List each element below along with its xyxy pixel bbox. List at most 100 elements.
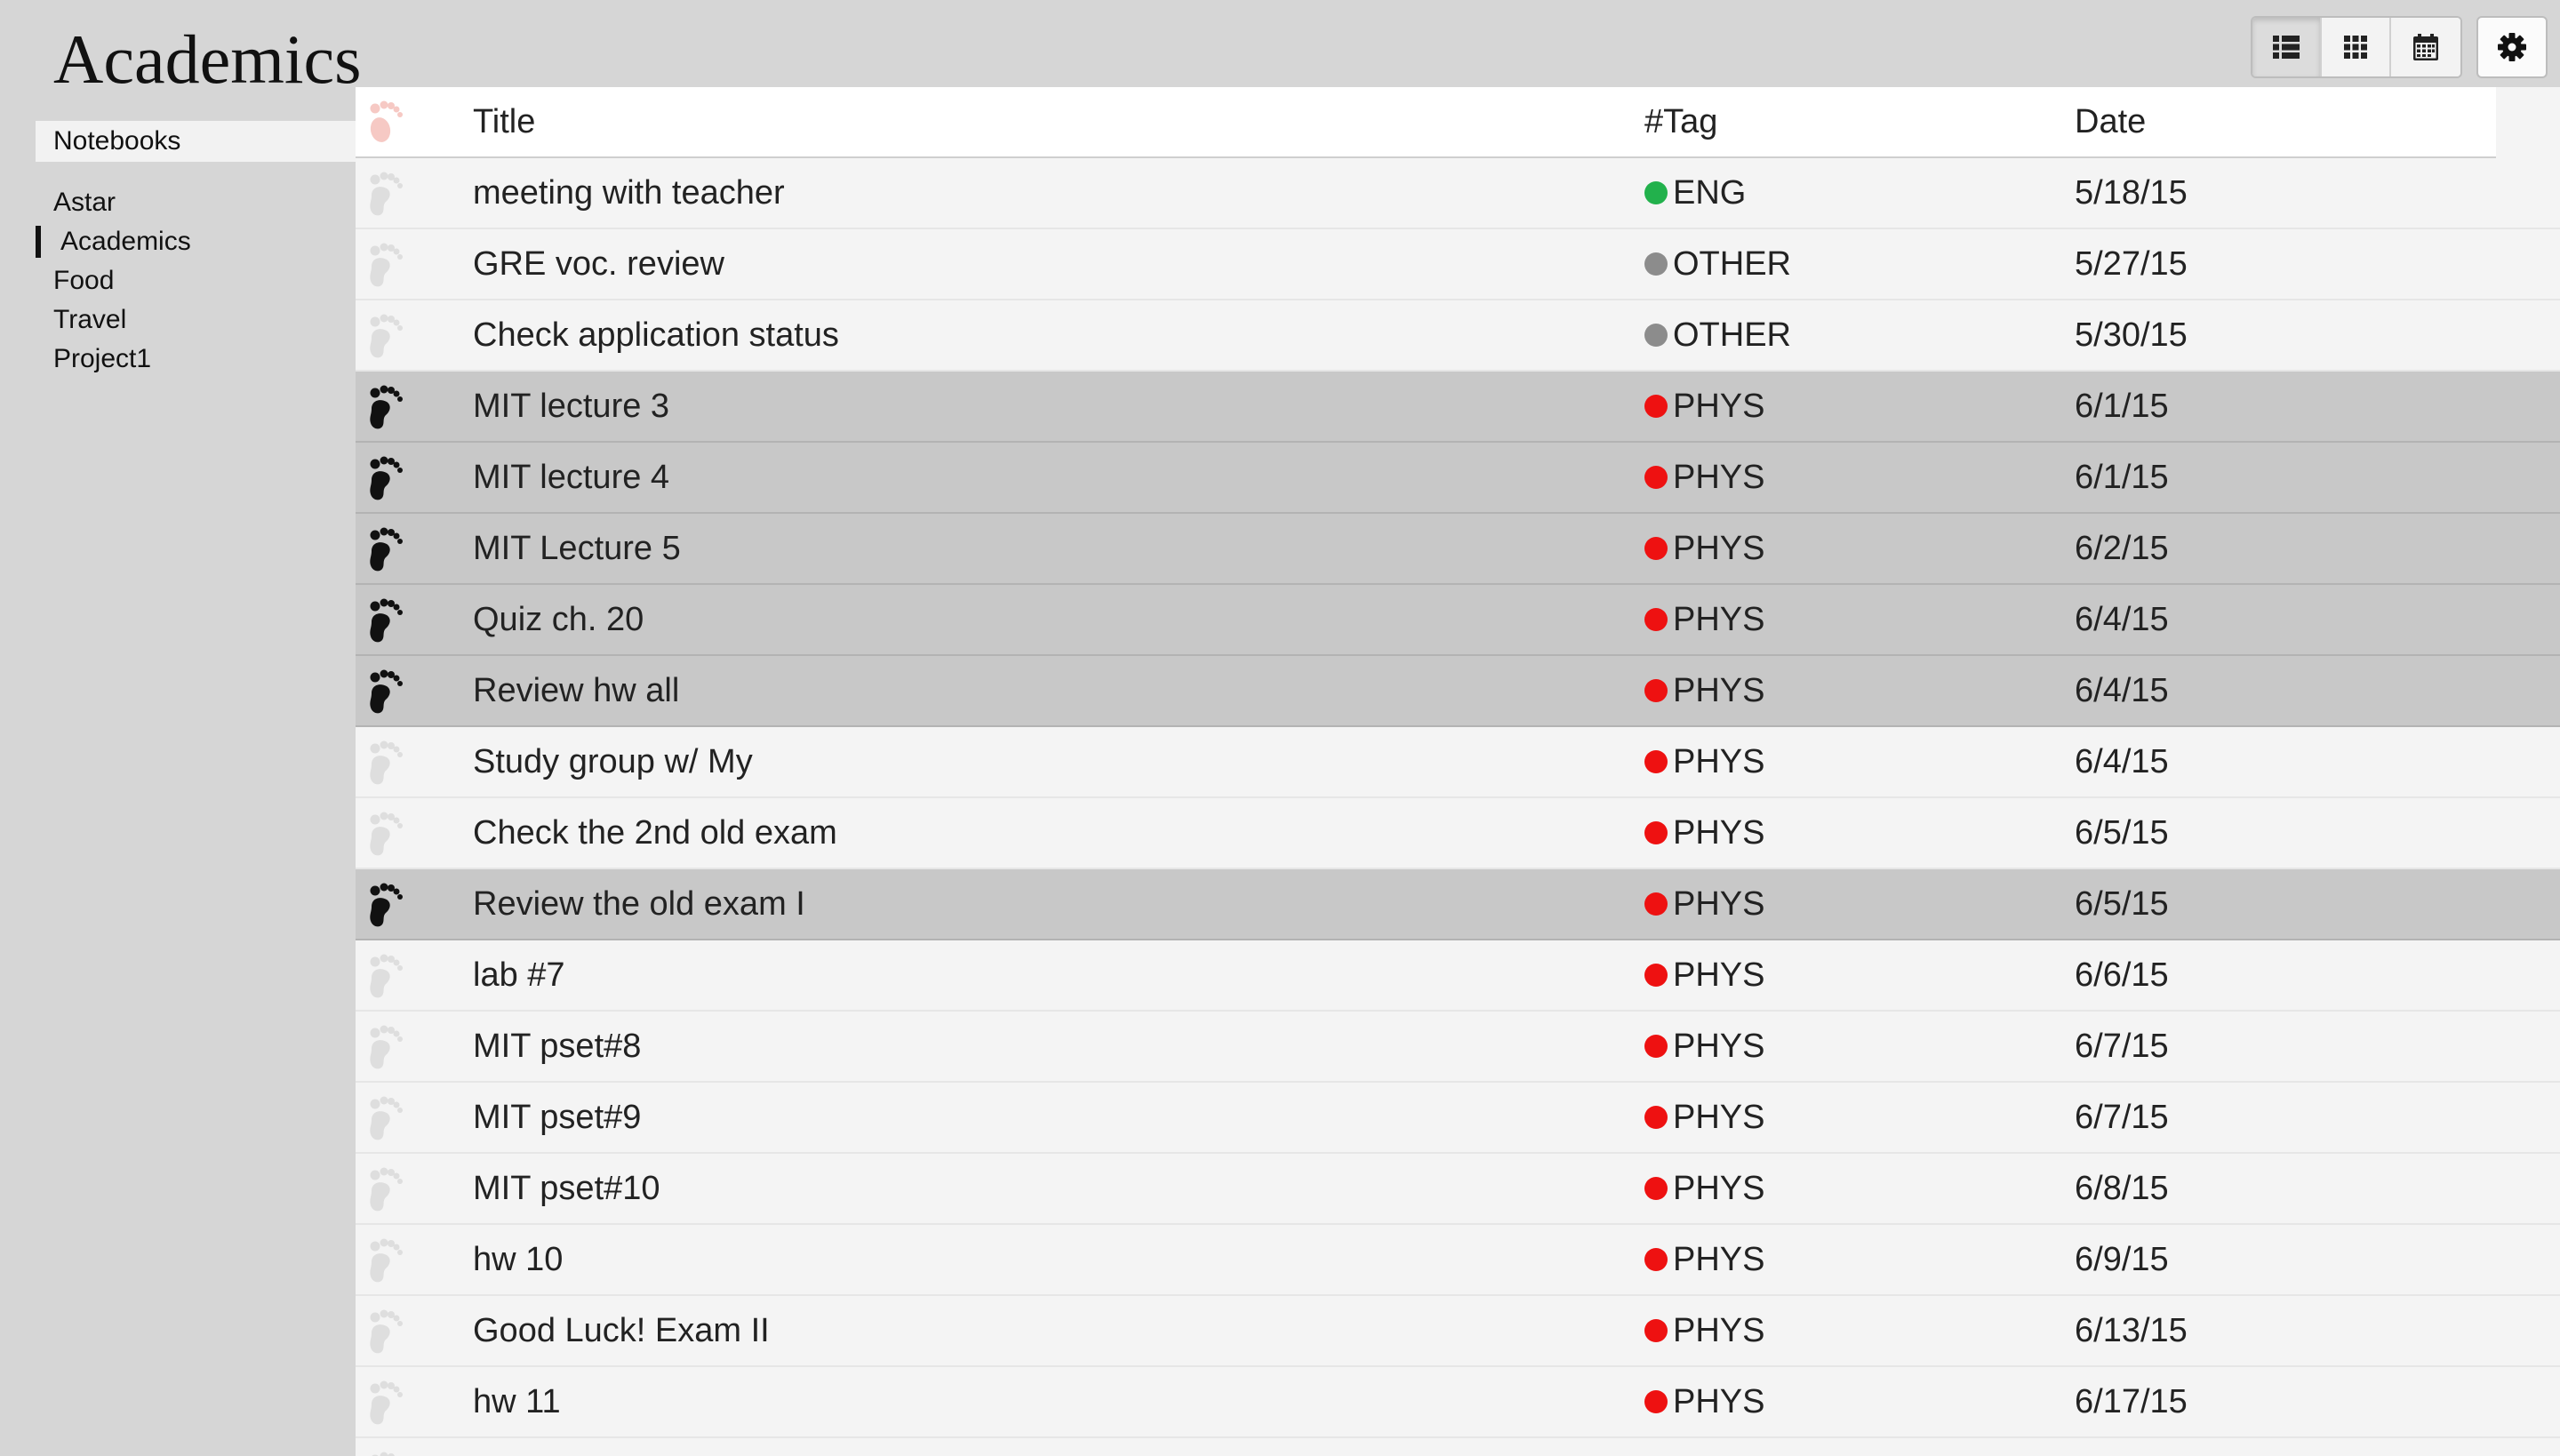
toolbar [2251,16,2548,78]
table-row[interactable]: MIT pset#10 PHYS 6/8/15 [356,1154,2560,1225]
table-row[interactable]: GRE voc. review OTHER 5/27/15 [356,229,2560,300]
tag-color-dot [1644,1390,1668,1413]
row-title[interactable]: Review hw all [473,672,1644,710]
row-tag: PHYS [1673,529,1765,567]
tag-color-dot [1644,181,1668,204]
view-switcher [2251,16,2462,78]
column-header-date[interactable]: Date [2075,103,2496,141]
row-tag: OTHER [1673,316,1791,354]
status-toggle[interactable] [356,169,473,217]
table-row[interactable]: MIT pset#9 PHYS 6/7/15 [356,1083,2560,1154]
sidebar-item-astar[interactable]: Astar [36,183,356,222]
table-row[interactable]: Review hw all PHYS 6/4/15 [356,656,2560,727]
row-title[interactable]: MIT pset#8 [473,1028,1644,1066]
table-row[interactable]: MIT Lecture 5 PHYS 6/2/15 [356,514,2560,585]
status-toggle[interactable] [356,1236,473,1284]
footprint-icon [370,954,403,998]
row-title[interactable]: MIT lecture 3 [473,388,1644,426]
status-toggle[interactable] [356,667,473,715]
status-toggle[interactable] [356,738,473,786]
row-date: 6/1/15 [2075,458,2169,496]
status-toggle[interactable] [356,524,473,572]
footprint-icon [370,1167,403,1212]
table-row[interactable]: hw 11 PHYS 6/17/15 [356,1367,2560,1438]
sidebar-item-travel[interactable]: Travel [36,300,356,340]
row-tag-cell: PHYS [1644,743,2075,781]
row-title[interactable]: hw 11 [473,1383,1644,1421]
row-title[interactable]: MIT pset#9 [473,1099,1644,1137]
sidebar-item-academics[interactable]: Academics [36,222,356,261]
table-row[interactable]: meeting with teacher ENG 5/18/15 [356,158,2560,229]
row-title[interactable]: Good Luck! Exam II [473,1312,1644,1350]
row-date: 6/9/15 [2075,1240,2169,1278]
row-date: 6/13/15 [2075,1311,2188,1349]
table-row[interactable]: lab #7 PHYS 6/6/15 [356,940,2560,1012]
settings-button[interactable] [2476,16,2548,78]
row-date: 6/7/15 [2075,1098,2169,1136]
row-tag: PHYS [1673,1098,1765,1136]
status-toggle[interactable] [356,240,473,288]
row-title[interactable]: Study group w/ My [473,743,1644,781]
row-date: 6/5/15 [2075,813,2169,852]
row-tag-cell: PHYS [1644,956,2075,995]
table-row[interactable]: Good Luck! Exam II PHYS 6/13/15 [356,1296,2560,1367]
row-title[interactable]: GRE voc. review [473,245,1644,284]
status-toggle[interactable] [356,880,473,928]
row-title[interactable]: MIT lecture 4 [473,459,1644,497]
tag-color-dot [1644,1177,1668,1200]
status-toggle[interactable] [356,1164,473,1212]
footprint-icon [370,598,403,643]
header-status-cell[interactable] [356,98,473,146]
row-title[interactable]: Check application status [473,316,1644,355]
footprint-icon [370,883,403,927]
row-title[interactable]: meeting with teacher [473,174,1644,212]
row-title[interactable]: Quiz ch. 20 [473,601,1644,639]
column-header-title[interactable]: Title [473,103,1644,141]
table-row[interactable]: Check the 2nd old exam PHYS 6/5/15 [356,798,2560,869]
table-row[interactable]: MIT lecture 3 PHYS 6/1/15 [356,372,2560,443]
notebook-list: Astar Academics Food Travel Project1 [36,183,356,379]
status-toggle[interactable] [356,1378,473,1426]
column-header-tag[interactable]: #Tag [1644,103,2075,141]
table-row[interactable]: Study group w/ My PHYS 6/4/15 [356,727,2560,798]
calendar-view-button[interactable] [2391,18,2460,76]
list-view-button[interactable] [2252,18,2322,76]
table-row[interactable] [356,1438,2560,1456]
status-toggle[interactable] [356,951,473,999]
row-title[interactable]: MIT Lecture 5 [473,530,1644,568]
table-row[interactable]: Check application status OTHER 5/30/15 [356,300,2560,372]
table-header: Title #Tag Date [356,87,2496,158]
status-toggle[interactable] [356,453,473,501]
status-toggle[interactable] [356,311,473,359]
row-tag: PHYS [1673,671,1765,709]
row-date: 6/4/15 [2075,671,2169,709]
tag-color-dot [1644,1106,1668,1129]
status-toggle[interactable] [356,809,473,857]
table-row[interactable]: Quiz ch. 20 PHYS 6/4/15 [356,585,2560,656]
sidebar-item-food[interactable]: Food [36,261,356,300]
tag-color-dot [1644,324,1668,347]
row-date: 5/27/15 [2075,244,2188,283]
row-tag-cell: OTHER [1644,245,2075,284]
row-tag-cell: PHYS [1644,459,2075,497]
row-title[interactable]: Check the 2nd old exam [473,814,1644,852]
row-title[interactable]: Review the old exam I [473,885,1644,924]
status-toggle[interactable] [356,596,473,644]
table-row[interactable]: MIT lecture 4 PHYS 6/1/15 [356,443,2560,514]
tag-color-dot [1644,395,1668,418]
status-toggle[interactable] [356,1307,473,1355]
sidebar-item-project1[interactable]: Project1 [36,340,356,379]
row-date: 6/4/15 [2075,742,2169,780]
table-row[interactable]: MIT pset#8 PHYS 6/7/15 [356,1012,2560,1083]
grid-view-button[interactable] [2322,18,2391,76]
status-toggle[interactable] [356,382,473,430]
row-title[interactable]: MIT pset#10 [473,1170,1644,1208]
status-toggle[interactable] [356,1022,473,1070]
row-title[interactable]: hw 10 [473,1241,1644,1279]
table-row[interactable]: Review the old exam I PHYS 6/5/15 [356,869,2560,940]
status-toggle[interactable] [356,1449,473,1456]
status-toggle[interactable] [356,1093,473,1141]
table-row[interactable]: hw 10 PHYS 6/9/15 [356,1225,2560,1296]
row-title[interactable]: lab #7 [473,956,1644,995]
list-view-icon [2273,36,2300,59]
